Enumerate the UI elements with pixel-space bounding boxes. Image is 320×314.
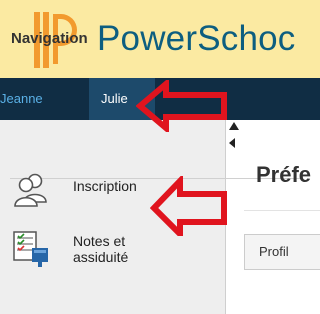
triangle-left-icon <box>229 138 235 148</box>
student-tab-jeanne[interactable]: Jeanne <box>0 78 89 120</box>
navigation-heading: Navigation <box>11 30 88 47</box>
triangle-up-icon <box>229 122 239 130</box>
annotation-arrow-left-icon <box>150 176 227 236</box>
sidebar-collapse-toggle[interactable] <box>228 120 246 154</box>
tab-profil[interactable]: Profil <box>244 234 320 270</box>
page-title: Préfe <box>256 162 312 187</box>
sidebar-item-label: Inscription <box>73 178 137 194</box>
sidebar-item-label: Notes et assiduité <box>73 233 129 265</box>
brand-name: PowerSchoc <box>97 19 296 58</box>
content-divider <box>244 210 320 211</box>
annotation-arrow-left-icon <box>136 80 227 132</box>
gradebook-icon <box>13 231 48 267</box>
users-icon <box>14 173 47 207</box>
